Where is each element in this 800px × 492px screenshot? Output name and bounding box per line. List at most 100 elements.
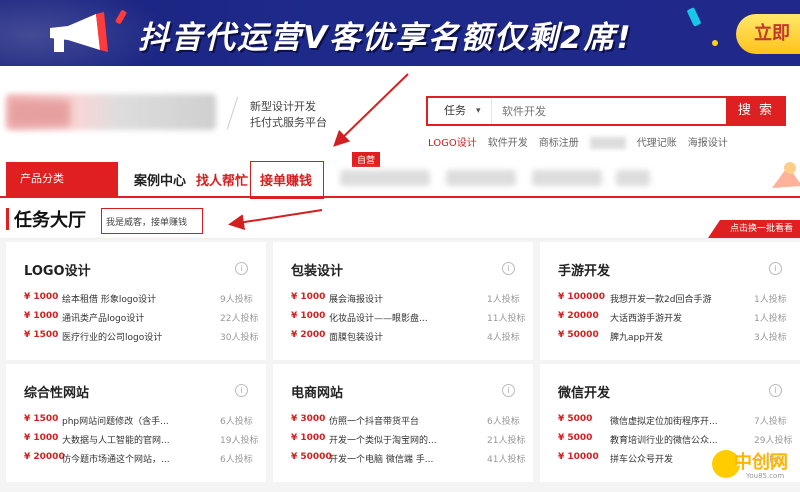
section-accent-bar: [6, 208, 9, 230]
category-title[interactable]: 包装设计: [291, 260, 343, 279]
task-name[interactable]: 开发一个电脑 微信端 手...: [329, 452, 433, 465]
banner-cta-button[interactable]: 立即: [736, 14, 800, 54]
site-slogan: 新型设计开发 托付式服务平台: [250, 99, 327, 131]
task-row[interactable]: ¥ 1000 通讯类产品logo设计 22人投标: [24, 311, 259, 325]
hot-link[interactable]: 代理记账: [637, 134, 677, 149]
task-row[interactable]: ¥ 2000 面膜包装设计 4人投标: [291, 330, 523, 344]
search-category-select[interactable]: 任务 ▾: [428, 98, 492, 124]
refresh-batch-button[interactable]: 点击换一批看看: [708, 220, 800, 238]
task-price: ¥ 5000: [558, 414, 593, 424]
task-name[interactable]: 教育培训行业的微信公众...: [610, 433, 718, 446]
task-name[interactable]: 医疗行业的公司logo设计: [62, 330, 162, 343]
task-price: ¥ 100000: [558, 292, 605, 302]
task-row[interactable]: ¥ 20000 仿今题市场通这个网站，... 6人投标: [24, 452, 256, 466]
task-row[interactable]: ¥ 50000 脾九app开发 3人投标: [558, 330, 790, 344]
category-title[interactable]: 微信开发: [558, 382, 610, 401]
task-name[interactable]: 化妆品设计——眼影盘...: [329, 311, 428, 324]
nav-item-redacted: [532, 170, 602, 186]
chevron-down-icon: ▾: [476, 106, 481, 116]
search-button[interactable]: 搜 索: [726, 96, 786, 126]
task-name[interactable]: 大数据与人工智能的官网...: [62, 433, 170, 446]
task-bid-count: 22人投标: [220, 314, 259, 324]
self-operated-badge: 自营: [352, 152, 381, 167]
category-card[interactable]: 包装设计 i ¥ 1000 展会海报设计 1人投标 ¥ 1000 化妆品设计——眼影盘...…: [273, 242, 533, 360]
task-bid-count: 1人投标: [754, 295, 787, 305]
task-row[interactable]: ¥ 1000 开发一个类似于淘宝网的... 21人投标: [291, 433, 525, 447]
task-row[interactable]: ¥ 1000 化妆品设计——眼影盘... 11人投标: [291, 311, 525, 325]
task-name[interactable]: 展会海报设计: [329, 292, 383, 305]
task-name[interactable]: 绘本租借 形象logo设计: [62, 292, 156, 305]
task-bid-count: 1人投标: [487, 295, 520, 305]
task-price: ¥ 50000: [558, 330, 599, 340]
task-name[interactable]: 仿今题市场通这个网站，...: [62, 452, 170, 465]
task-row[interactable]: ¥ 1500 php网站问题修改（含手... 6人投标: [24, 414, 256, 428]
task-row[interactable]: ¥ 1000 绘本租借 形象logo设计 9人投标: [24, 292, 256, 306]
task-name[interactable]: 我想开发一款2d回合手游: [610, 292, 711, 305]
info-icon[interactable]: i: [502, 384, 515, 397]
task-name[interactable]: 大话西游手游开发: [610, 311, 682, 324]
category-title[interactable]: 综合性网站: [24, 382, 89, 401]
search-input[interactable]: [502, 102, 712, 120]
task-name[interactable]: 仿照一个抖音带货平台: [329, 414, 419, 427]
info-icon[interactable]: i: [235, 262, 248, 275]
task-price: ¥ 3000: [291, 414, 326, 424]
task-row[interactable]: ¥ 50000 开发一个电脑 微信端 手... 41人投标: [291, 452, 526, 466]
info-icon[interactable]: i: [502, 262, 515, 275]
task-price: ¥ 1000: [291, 433, 326, 443]
category-title[interactable]: 手游开发: [558, 260, 610, 279]
task-price: ¥ 1000: [291, 292, 326, 302]
task-bid-count: 30人投标: [220, 333, 259, 343]
watermark-text: 中创网: [734, 452, 788, 473]
task-bid-count: 3人投标: [754, 333, 787, 343]
category-title[interactable]: LOGO设计: [24, 260, 91, 279]
megaphone-icon: [50, 12, 108, 52]
task-row[interactable]: ¥ 1500 医疗行业的公司logo设计 30人投标: [24, 330, 259, 344]
task-row[interactable]: ¥ 100000 我想开发一款2d回合手游 1人投标: [558, 292, 790, 306]
task-price: ¥ 1000: [24, 311, 59, 321]
hot-link[interactable]: 商标注册: [539, 134, 579, 149]
task-name[interactable]: 通讯类产品logo设计: [62, 311, 144, 324]
promo-banner[interactable]: 抖音代运营V客优享名额仅剩2席! 立即: [0, 0, 800, 66]
task-name[interactable]: 微信虚拟定位加街程序开...: [610, 414, 718, 427]
task-price: ¥ 1500: [24, 330, 59, 340]
task-price: ¥ 50000: [291, 452, 332, 462]
task-bid-count: 6人投标: [220, 455, 253, 465]
category-card[interactable]: 电商网站 i ¥ 3000 仿照一个抖音带货平台 6人投标 ¥ 1000 开发一个类似于淘宝…: [273, 364, 533, 482]
category-title[interactable]: 电商网站: [291, 382, 343, 401]
task-bid-count: 41人投标: [487, 455, 526, 465]
task-name[interactable]: 拼车公众号开发: [610, 452, 673, 465]
task-hall-title: 任务大厅: [14, 210, 86, 231]
task-bid-count: 19人投标: [220, 436, 259, 446]
task-bid-count: 4人投标: [487, 333, 520, 343]
task-row[interactable]: ¥ 20000 大话西游手游开发 1人投标: [558, 311, 790, 325]
task-row[interactable]: ¥ 3000 仿照一个抖音带货平台 6人投标: [291, 414, 523, 428]
hot-search-links: LOGO设计 软件开发 商标注册 代理记账 海报设计: [428, 134, 739, 149]
slogan-line: 托付式服务平台: [250, 116, 327, 129]
product-category-menu[interactable]: 产品分类: [6, 162, 118, 196]
task-name[interactable]: 面膜包装设计: [329, 330, 383, 343]
info-icon[interactable]: i: [769, 384, 782, 397]
category-card[interactable]: 手游开发 i ¥ 100000 我想开发一款2d回合手游 1人投标 ¥ 20000 大话西游…: [540, 242, 800, 360]
hot-link[interactable]: 海报设计: [688, 134, 728, 149]
task-name[interactable]: 开发一个类似于淘宝网的...: [329, 433, 437, 446]
task-name[interactable]: php网站问题修改（含手...: [62, 414, 169, 427]
task-name[interactable]: 脾九app开发: [610, 330, 663, 343]
task-row[interactable]: ¥ 5000 微信虚拟定位加街程序开... 7人投标: [558, 414, 790, 428]
hot-link[interactable]: 软件开发: [488, 134, 528, 149]
task-row[interactable]: ¥ 1000 大数据与人工智能的官网... 19人投标: [24, 433, 259, 447]
banner-title: 抖音代运营V客优享名额仅剩2席!: [138, 20, 633, 56]
task-bid-count: 9人投标: [220, 295, 253, 305]
task-price: ¥ 1500: [24, 414, 59, 424]
info-icon[interactable]: i: [769, 262, 782, 275]
annotation-arrow: [333, 73, 409, 147]
category-card[interactable]: LOGO设计 i ¥ 1000 绘本租借 形象logo设计 9人投标 ¥ 1000 通讯类产…: [6, 242, 266, 360]
task-row[interactable]: ¥ 1000 展会海报设计 1人投标: [291, 292, 523, 306]
task-price: ¥ 1000: [24, 433, 59, 443]
nav-item-find-help[interactable]: 找人帮忙: [196, 170, 248, 189]
hot-link[interactable]: LOGO设计: [428, 134, 477, 149]
info-icon[interactable]: i: [235, 384, 248, 397]
nav-item-cases[interactable]: 案例中心: [134, 170, 186, 189]
category-card[interactable]: 综合性网站 i ¥ 1500 php网站问题修改（含手... 6人投标 ¥ 1000 大数据…: [6, 364, 266, 482]
highlight-box: [250, 161, 324, 199]
header-divider: [226, 96, 239, 130]
